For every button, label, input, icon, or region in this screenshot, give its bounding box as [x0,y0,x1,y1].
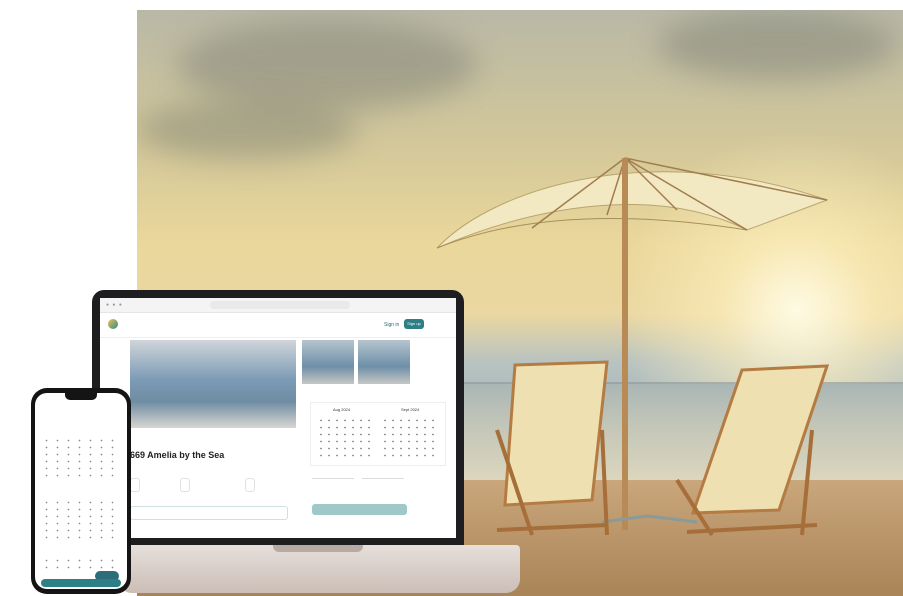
book-now-button[interactable] [312,504,407,515]
sign-up-button[interactable]: Sign up [404,319,424,329]
availability-calendar: Aug 2024 Sept 2024 [310,402,446,466]
calendar-days[interactable] [381,417,439,461]
property-thumbnail-photo[interactable] [358,340,410,384]
umbrella-canopy [436,171,829,249]
window-controls: ● ● ● [106,302,123,308]
calendar-days[interactable] [317,417,375,461]
phone-calendar-days[interactable] [41,557,121,571]
beach-chair-left [495,360,609,536]
check-in-field[interactable] [312,468,354,479]
browser-toolbar: ● ● ● [100,298,456,313]
property-thumbnail-photo[interactable] [302,340,354,384]
phone-screen [35,393,127,589]
sign-in-link[interactable]: Sign in [384,322,399,328]
laptop-keyboard-base [118,545,520,593]
phone-calendar-days[interactable] [41,437,121,477]
site-header: Sign in Sign up [100,313,456,338]
phone-device [31,388,131,594]
property-title: 669 Amelia by the Sea [130,450,225,460]
property-main-photo[interactable] [130,340,296,428]
phone-notch [65,393,97,400]
address-bar[interactable] [210,301,350,309]
feature-chip [245,478,255,492]
feature-chip [180,478,190,492]
feature-chip [130,478,140,492]
brand-logo-icon[interactable] [108,319,118,329]
check-out-field[interactable] [362,468,404,479]
laptop-hinge [273,545,363,552]
calendar-month-label: Aug 2024 [333,407,351,412]
calendar-month-label: Sept 2024 [401,407,420,412]
phone-primary-button[interactable] [41,579,121,587]
laptop-screen: ● ● ● Sign in Sign up 669 Amelia by the … [100,298,456,538]
laptop-device: ● ● ● Sign in Sign up 669 Amelia by the … [92,290,464,546]
phone-calendar-days[interactable] [41,499,121,539]
beach-chair-right [675,364,830,537]
umbrella-pole [622,158,628,530]
amenity-item[interactable] [130,506,288,520]
